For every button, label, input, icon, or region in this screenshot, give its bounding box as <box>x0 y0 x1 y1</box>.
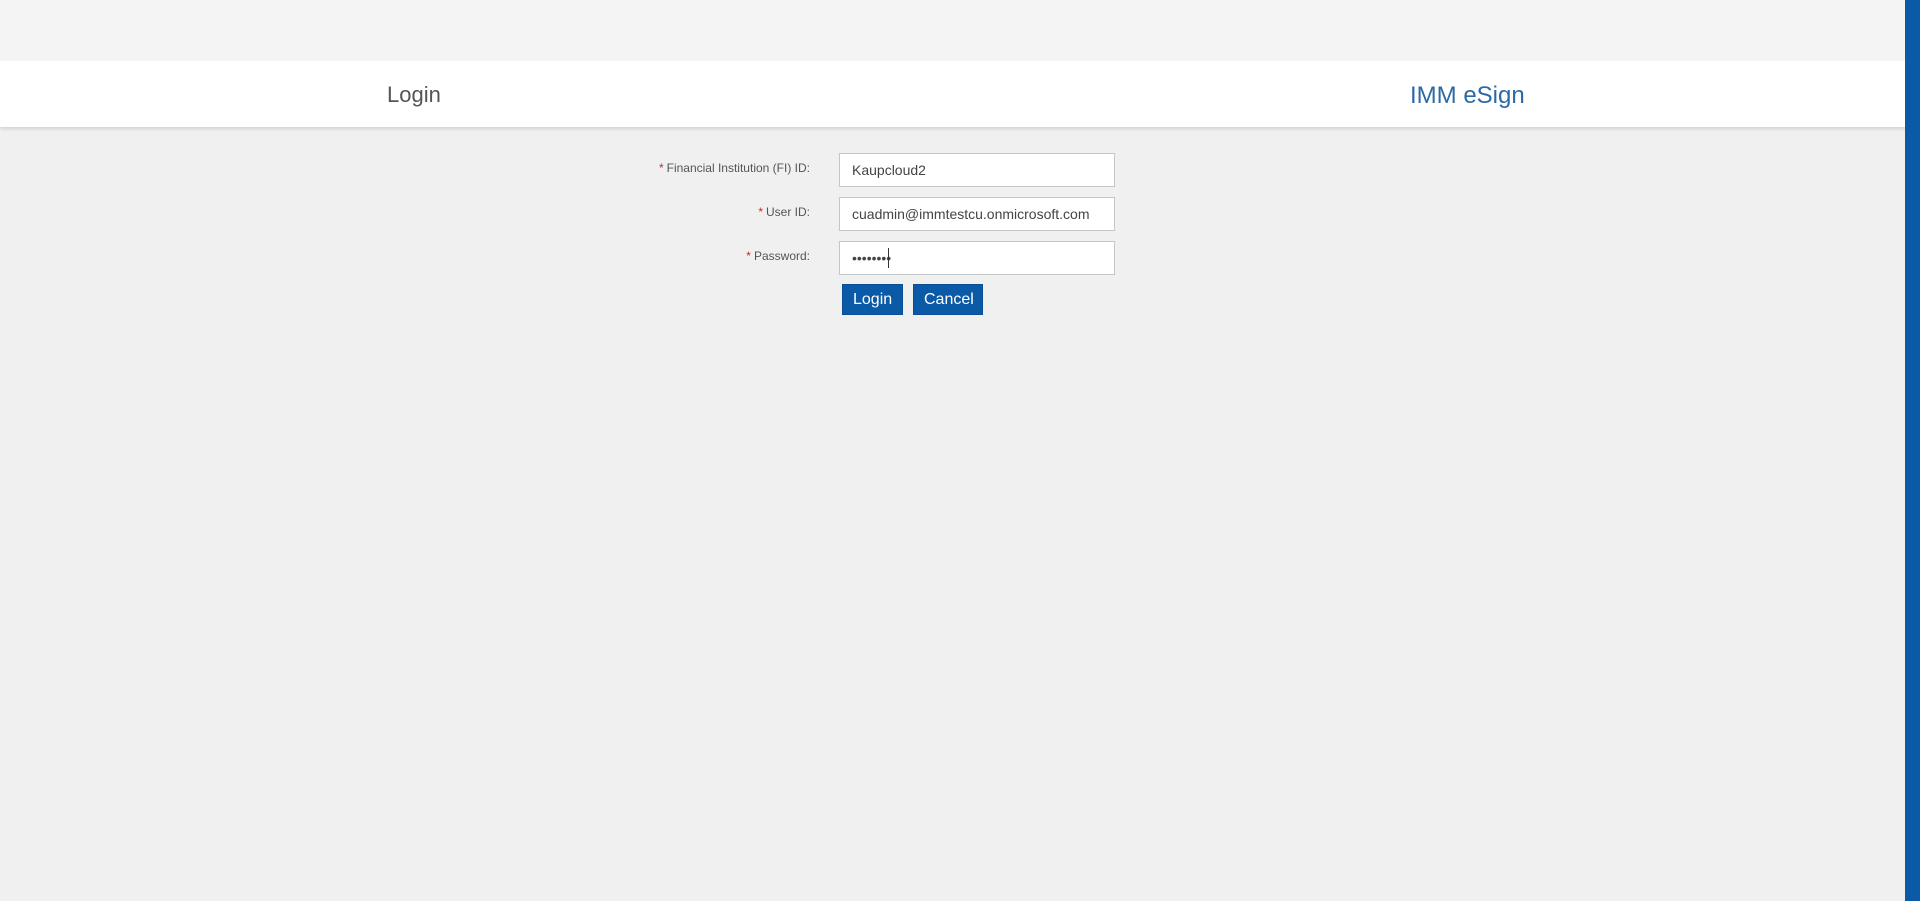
user-id-label-text: User ID: <box>765 205 810 219</box>
fi-id-label-text: Financial Institution (FI) ID: <box>666 161 810 175</box>
password-row: * Password: <box>0 241 1200 275</box>
password-label: * Password: <box>746 249 810 263</box>
text-caret <box>888 248 889 268</box>
fi-id-label: * Financial Institution (FI) ID: <box>659 161 810 175</box>
user-id-input[interactable] <box>839 197 1115 231</box>
fi-id-row: * Financial Institution (FI) ID: <box>0 153 1200 187</box>
cancel-button[interactable]: Cancel <box>913 284 983 315</box>
required-mark: * <box>658 161 664 175</box>
password-input[interactable] <box>839 241 1115 275</box>
page-title: Login <box>387 82 441 107</box>
user-id-label: * User ID: <box>758 205 810 219</box>
app-brand-title: IMM eSign <box>1410 82 1525 109</box>
user-id-row: * User ID: <box>0 197 1200 231</box>
page-header: Login IMM eSign <box>0 61 1906 127</box>
fi-id-input[interactable] <box>839 153 1115 187</box>
right-edge-bar <box>1905 0 1920 901</box>
required-mark: * <box>746 249 751 263</box>
password-label-text: Password: <box>753 249 810 263</box>
required-mark: * <box>758 205 763 219</box>
top-strip <box>0 0 1906 61</box>
login-button[interactable]: Login <box>842 284 903 315</box>
